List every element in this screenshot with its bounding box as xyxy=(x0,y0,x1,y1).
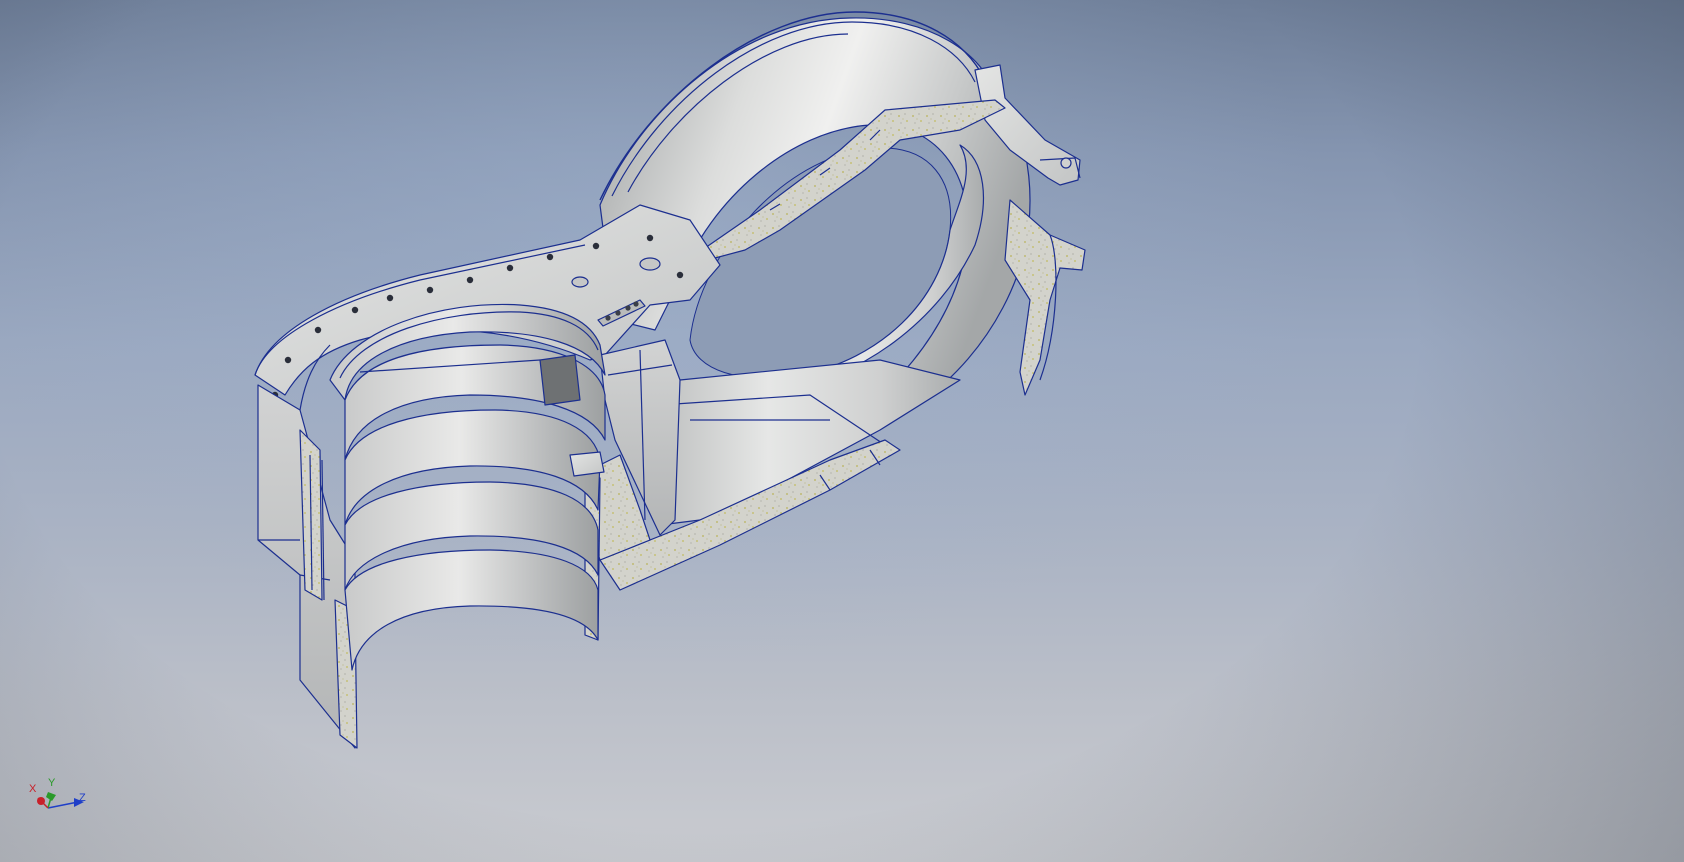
triad-z-label: Z xyxy=(79,792,86,804)
graphics-viewport[interactable]: X Y Z xyxy=(0,0,1684,862)
triad-x-label: X xyxy=(29,783,37,795)
cad-model-section-view[interactable] xyxy=(0,0,1684,862)
view-triad[interactable]: X Y Z xyxy=(26,777,96,814)
triad-y-label: Y xyxy=(48,777,56,789)
